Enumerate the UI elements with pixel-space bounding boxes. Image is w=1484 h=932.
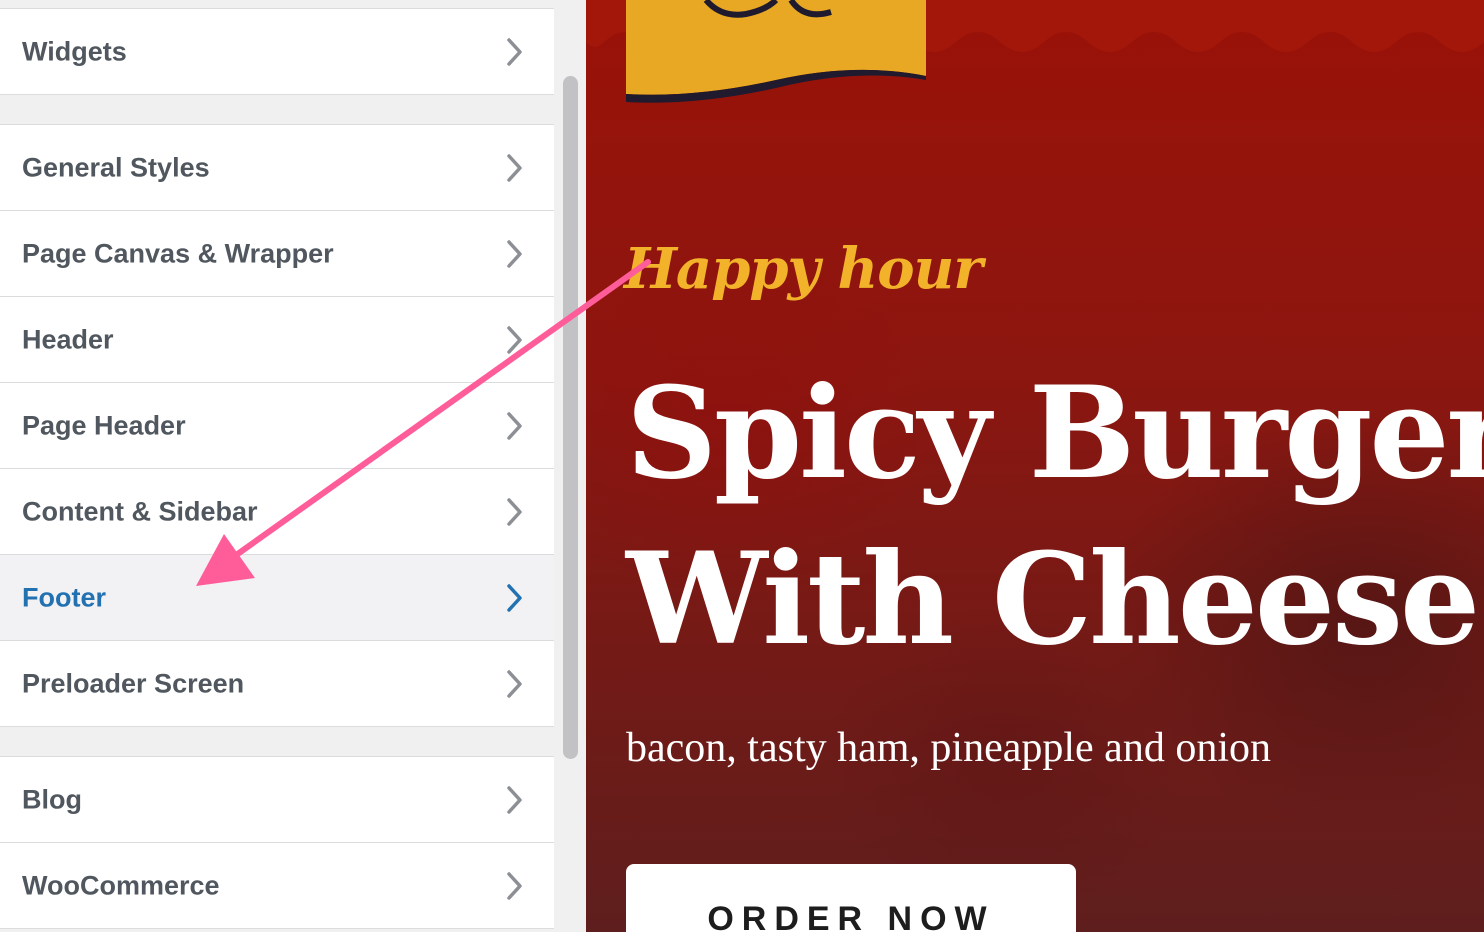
panel-item-page-header[interactable]: Page Header — [0, 382, 554, 469]
panel-item-label: Content & Sidebar — [22, 496, 258, 526]
chevron-right-icon — [504, 583, 524, 613]
hero-headline-line-1: Spicy Burger — [626, 359, 1484, 507]
chevron-right-icon — [504, 153, 524, 183]
chevron-right-icon — [504, 871, 524, 901]
panel-item-general-styles[interactable]: General Styles — [0, 124, 554, 211]
chevron-right-icon — [504, 37, 524, 67]
panel-item-label: Footer — [22, 582, 106, 612]
panel-item-label: Page Header — [22, 410, 186, 440]
hero-subline: bacon, tasty ham, pineapple and onion — [626, 725, 1271, 771]
hero-kicker: Happy hour — [624, 236, 983, 302]
chevron-right-icon — [504, 785, 524, 815]
chevron-right-icon — [504, 239, 524, 269]
hero-headline: Spicy Burger With Cheese — [626, 350, 1484, 682]
chevron-right-icon — [504, 497, 524, 527]
panel-item-woocommerce[interactable]: WooCommerce — [0, 842, 554, 929]
chevron-right-icon — [504, 325, 524, 355]
panel-item-content-sidebar[interactable]: Content & Sidebar — [0, 468, 554, 555]
panel-item-label: Preloader Screen — [22, 668, 245, 698]
panel-item-label: Header — [22, 324, 114, 354]
panel-item-page-canvas-wrapper[interactable]: Page Canvas & Wrapper — [0, 210, 554, 297]
chevron-right-icon — [504, 411, 524, 441]
panel-item-blog[interactable]: Blog — [0, 756, 554, 843]
customizer-screen: Widgets General Styles Page Canvas & Wra… — [0, 0, 1484, 932]
panel-item-label: General Styles — [22, 152, 210, 182]
panel-item-preloader-screen[interactable]: Preloader Screen — [0, 640, 554, 727]
customizer-sidebar: Widgets General Styles Page Canvas & Wra… — [0, 0, 586, 932]
site-preview: Happy hour Spicy Burger With Cheese baco… — [586, 0, 1484, 932]
panel-item-widgets[interactable]: Widgets — [0, 8, 554, 95]
order-now-button[interactable]: ORDER NOW — [626, 864, 1076, 932]
panel-item-label: WooCommerce — [22, 870, 220, 900]
hero-headline-line-2: With Cheese — [626, 525, 1480, 673]
panel-item-label: Page Canvas & Wrapper — [22, 238, 334, 268]
panel-item-footer[interactable]: Footer — [0, 554, 554, 641]
panel-item-label: Blog — [22, 784, 82, 814]
order-now-button-label: ORDER NOW — [707, 900, 995, 932]
chevron-right-icon — [504, 669, 524, 699]
panel-item-label: Widgets — [22, 36, 127, 66]
site-logo[interactable] — [626, 0, 926, 110]
panel-item-header[interactable]: Header — [0, 296, 554, 383]
scrollbar-thumb[interactable] — [563, 76, 578, 759]
